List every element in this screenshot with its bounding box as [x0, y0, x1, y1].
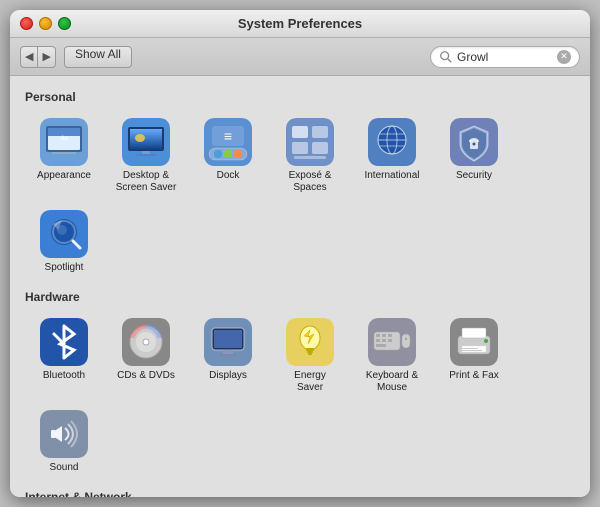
- icon-displays[interactable]: Displays: [189, 312, 267, 400]
- cds-dvds-label: CDs & DVDs: [117, 370, 175, 382]
- icon-security[interactable]: Security: [435, 112, 513, 200]
- bluetooth-icon-img: [40, 318, 88, 366]
- desktop-screen-saver-icon-img: [122, 118, 170, 166]
- icon-international[interactable]: International: [353, 112, 431, 200]
- icon-desktop-screen-saver[interactable]: Desktop &Screen Saver: [107, 112, 185, 200]
- desktop-screen-saver-label: Desktop &Screen Saver: [116, 170, 177, 194]
- show-all-button[interactable]: Show All: [64, 46, 132, 68]
- nav-arrows: ◀ ▶: [20, 46, 56, 68]
- search-box: ✕: [430, 46, 580, 68]
- appearance-label: Appearance: [37, 170, 91, 182]
- icon-energy-saver[interactable]: EnergySaver: [271, 312, 349, 400]
- icon-dock[interactable]: ≡ Dock: [189, 112, 267, 200]
- section-label-internet-network: Internet & Network: [25, 490, 575, 497]
- bluetooth-label: Bluetooth: [43, 370, 85, 382]
- dock-icon-img: ≡: [204, 118, 252, 166]
- security-icon-img: [450, 118, 498, 166]
- icon-expose-spaces[interactable]: Exposé &Spaces: [271, 112, 349, 200]
- section-hardware-grid: Bluetooth CDs & DVDs: [25, 312, 575, 480]
- icon-appearance[interactable]: Aa Appearance: [25, 112, 103, 200]
- displays-label: Displays: [209, 370, 247, 382]
- energy-saver-label: EnergySaver: [294, 370, 326, 394]
- maximize-button[interactable]: [58, 17, 71, 30]
- security-label: Security: [456, 170, 492, 182]
- close-button[interactable]: [20, 17, 33, 30]
- section-personal-grid: Aa Appearance Desktop &Screen Saver: [25, 112, 575, 280]
- icon-keyboard-mouse[interactable]: Keyboard &Mouse: [353, 312, 431, 400]
- icon-spotlight[interactable]: Spotlight: [25, 204, 103, 280]
- cds-dvds-icon-img: [122, 318, 170, 366]
- icon-sound[interactable]: Sound: [25, 404, 103, 480]
- search-clear-button[interactable]: ✕: [557, 50, 571, 64]
- spotlight-label: Spotlight: [45, 262, 84, 274]
- content-area: Personal Aa Appearance: [10, 76, 590, 497]
- back-button[interactable]: ◀: [20, 46, 37, 68]
- section-label-hardware: Hardware: [25, 290, 575, 304]
- dock-label: Dock: [217, 170, 240, 182]
- titlebar: System Preferences: [10, 10, 590, 38]
- print-fax-icon-img: [450, 318, 498, 366]
- icon-cds-dvds[interactable]: CDs & DVDs: [107, 312, 185, 400]
- back-icon: ◀: [25, 50, 33, 63]
- energy-saver-icon-img: [286, 318, 334, 366]
- print-fax-label: Print & Fax: [449, 370, 498, 382]
- traffic-lights: [20, 17, 71, 30]
- spotlight-icon-img: [40, 210, 88, 258]
- keyboard-mouse-icon-img: [368, 318, 416, 366]
- window-title: System Preferences: [238, 16, 362, 31]
- minimize-button[interactable]: [39, 17, 52, 30]
- displays-icon-img: [204, 318, 252, 366]
- search-input[interactable]: [457, 50, 557, 64]
- appearance-icon-img: Aa: [40, 118, 88, 166]
- search-icon: [439, 50, 453, 64]
- toolbar: ◀ ▶ Show All ✕: [10, 38, 590, 76]
- international-icon-img: [368, 118, 416, 166]
- system-preferences-window: System Preferences ◀ ▶ Show All ✕ Person…: [10, 10, 590, 497]
- forward-icon: ▶: [42, 50, 50, 63]
- keyboard-mouse-label: Keyboard &Mouse: [366, 370, 418, 394]
- icon-print-fax[interactable]: Print & Fax: [435, 312, 513, 400]
- icon-bluetooth[interactable]: Bluetooth: [25, 312, 103, 400]
- sound-label: Sound: [50, 462, 79, 474]
- section-label-personal: Personal: [25, 90, 575, 104]
- expose-spaces-icon-img: [286, 118, 334, 166]
- international-label: International: [364, 170, 419, 182]
- forward-button[interactable]: ▶: [37, 46, 55, 68]
- expose-spaces-label: Exposé &Spaces: [289, 170, 332, 194]
- svg-text:Aa: Aa: [60, 136, 68, 142]
- sound-icon-img: [40, 410, 88, 458]
- svg-text:≡: ≡: [224, 128, 232, 144]
